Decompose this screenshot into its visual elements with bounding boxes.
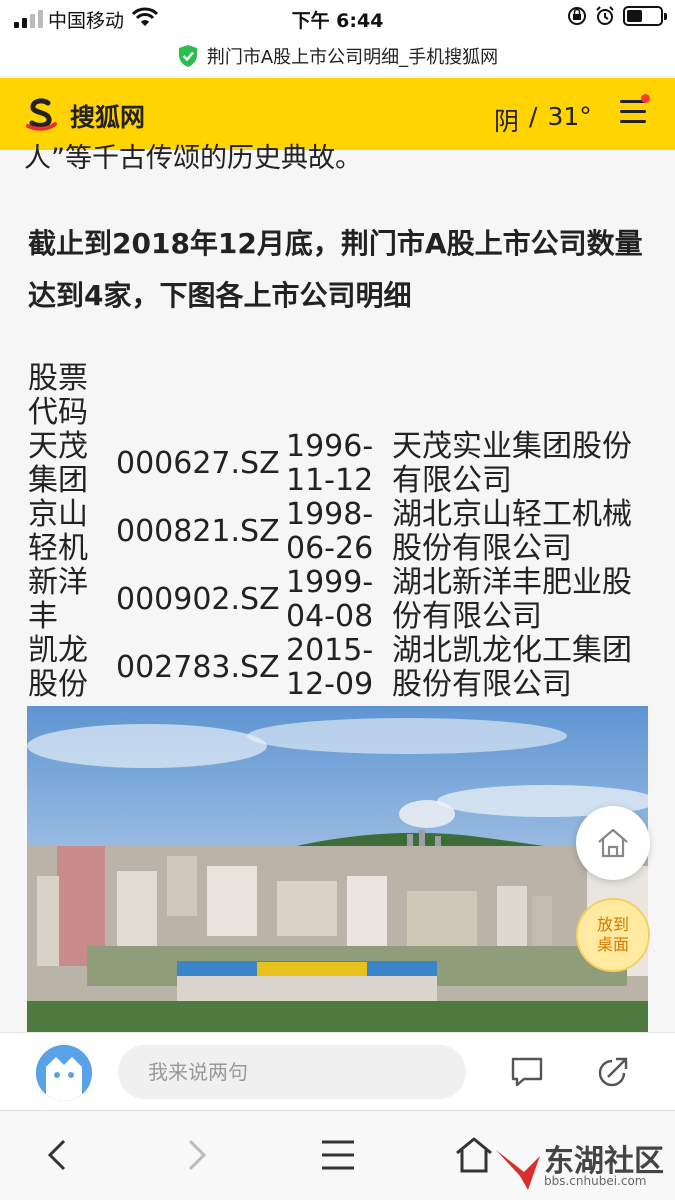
menu-icon[interactable] xyxy=(620,94,650,124)
article-headline: 截止到2018年12月底，荆门市A股上市公司数量达到4家，下图各上市公司明细 xyxy=(28,227,643,312)
weather-widget[interactable]: 阴 / 31° xyxy=(494,102,592,138)
avatar[interactable] xyxy=(36,1045,92,1101)
site-watermark: 东湖社区 bbs.cnhubei.com xyxy=(494,1136,670,1196)
add-to-desktop-button[interactable]: 放到桌面 xyxy=(576,898,650,972)
back-icon[interactable] xyxy=(38,1135,78,1175)
table-row: 京山轻机 000821.SZ 1998-06-26 湖北京山轻工机械股份有限公司 xyxy=(28,498,644,566)
city-skyline-photo xyxy=(27,706,648,1036)
listing-date: 2015-12-09 xyxy=(286,633,374,702)
home-icon xyxy=(598,828,628,858)
article-paragraph: 人”等千古传颂的历史典故。 xyxy=(24,143,362,174)
listing-date: 1999-04-08 xyxy=(286,565,374,634)
table-header-row: 股票代码 xyxy=(28,362,644,430)
sohu-logo-icon[interactable] xyxy=(24,96,58,132)
alarm-icon xyxy=(596,6,614,25)
watermark-url: bbs.cnhubei.com xyxy=(544,1174,647,1188)
table-row: 凯龙股份 002783.SZ 2015-12-09 湖北凯龙化工集团股份有限公司 xyxy=(28,634,644,702)
company-full-name: 湖北凯龙化工集团股份有限公司 xyxy=(392,633,632,702)
company-full-name: 湖北京山轻工机械股份有限公司 xyxy=(392,497,632,566)
brand-name[interactable]: 搜狐网 xyxy=(70,98,145,134)
table-row: 新洋丰 000902.SZ 1999-04-08 湖北新洋丰肥业股份有限公司 xyxy=(28,566,644,634)
table-header-cell: 股票代码 xyxy=(28,361,88,430)
company-short-name: 新洋丰 xyxy=(28,565,88,634)
battery-icon xyxy=(623,6,667,26)
company-short-name: 凯龙股份 xyxy=(28,633,88,702)
company-full-name: 湖北新洋丰肥业股份有限公司 xyxy=(392,565,632,634)
address-bar[interactable]: 荆门市A股上市公司明细_手机搜狐网 xyxy=(0,36,675,76)
secure-shield-icon xyxy=(178,45,197,67)
share-icon[interactable] xyxy=(594,1053,632,1091)
listing-date: 1996-11-12 xyxy=(286,429,374,498)
stock-table: 股票代码 天茂集团 000627.SZ 1996-11-12 天茂实业集团股份有… xyxy=(28,362,644,702)
comment-input[interactable]: 我来说两句 xyxy=(118,1045,466,1099)
weather-separator: / xyxy=(529,102,538,131)
forward-icon[interactable] xyxy=(176,1135,216,1175)
menu-lines-icon[interactable] xyxy=(318,1135,358,1175)
add-to-desktop-label: 放到桌面 xyxy=(596,915,629,954)
notification-dot xyxy=(641,94,650,103)
orientation-lock-icon xyxy=(568,7,586,25)
company-short-name: 京山轻机 xyxy=(28,497,88,566)
home-float-button[interactable] xyxy=(576,806,650,880)
status-bar: 中国移动 下午 6:44 xyxy=(0,0,675,36)
weather-condition: 阴 xyxy=(494,107,520,136)
page-title: 荆门市A股上市公司明细_手机搜狐网 xyxy=(206,47,499,68)
stock-code: 000627.SZ xyxy=(116,446,280,481)
stock-code: 002783.SZ xyxy=(116,650,280,685)
company-full-name: 天茂实业集团股份有限公司 xyxy=(392,429,632,498)
table-row: 天茂集团 000627.SZ 1996-11-12 天茂实业集团股份有限公司 xyxy=(28,430,644,498)
comment-bar: 我来说两句 xyxy=(0,1032,675,1110)
comment-icon[interactable] xyxy=(508,1053,546,1091)
company-short-name: 天茂集团 xyxy=(28,429,88,498)
stock-code: 000902.SZ xyxy=(116,582,280,617)
weather-temperature: 31° xyxy=(547,102,592,131)
home-icon[interactable] xyxy=(454,1135,494,1175)
listing-date: 1998-06-26 xyxy=(286,497,374,566)
stock-code: 000821.SZ xyxy=(116,514,280,549)
watermark-logo-icon xyxy=(496,1150,540,1190)
